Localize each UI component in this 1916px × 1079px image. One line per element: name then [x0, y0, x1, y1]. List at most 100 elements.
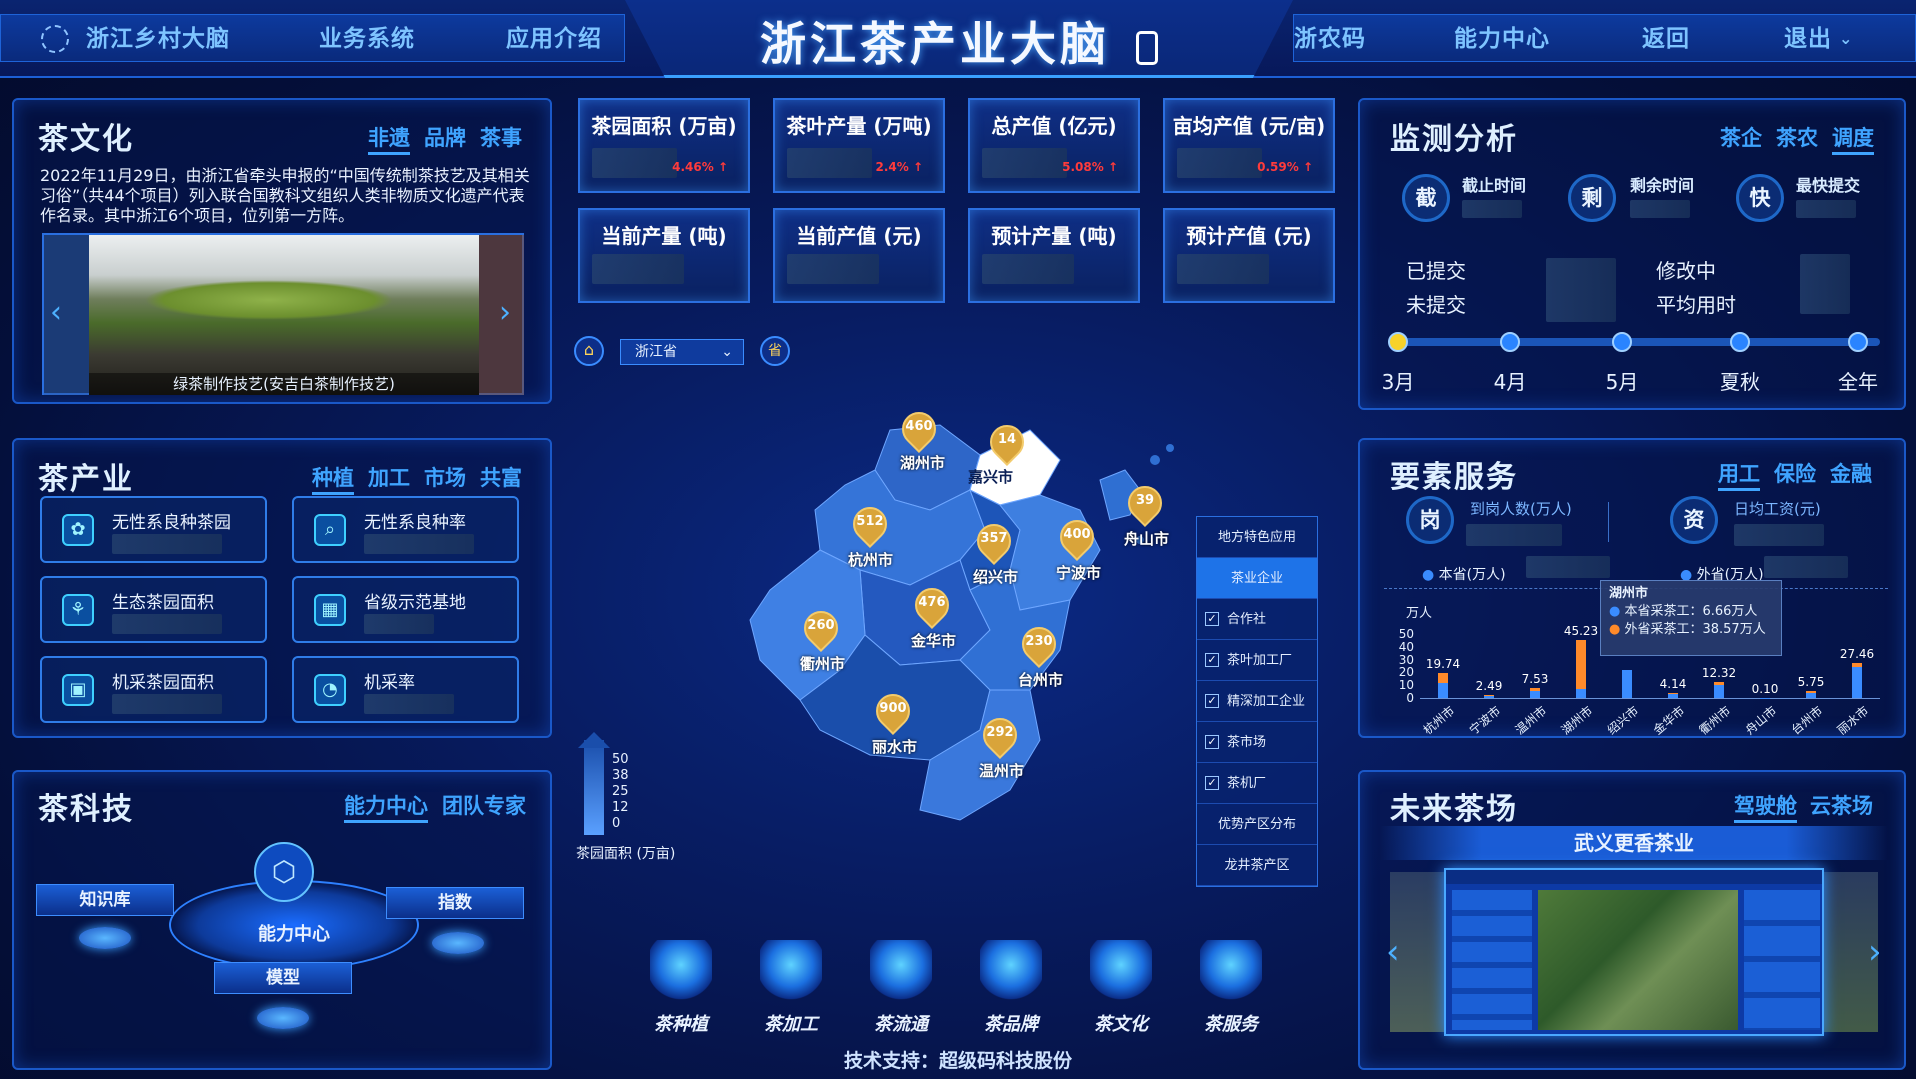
cockpit-preview[interactable] [1444, 868, 1824, 1036]
timeline-label[interactable]: 4月 [1480, 366, 1540, 395]
checkbox[interactable]: ✓ [1205, 735, 1219, 749]
tab-tea-events[interactable]: 茶事 [480, 122, 522, 152]
stat-card[interactable]: ◔ 机采率 [292, 656, 519, 723]
bottom-nav-label[interactable]: 茶种植 [636, 1010, 726, 1036]
bar-outside[interactable] [1714, 682, 1724, 686]
stat-card[interactable]: ✿ 无性系良种茶园 [40, 496, 267, 563]
bar-outside[interactable] [1484, 694, 1494, 696]
nav-app-intro[interactable]: 应用介绍 [506, 15, 602, 63]
tab-team-experts[interactable]: 团队专家 [442, 790, 526, 820]
bar-local[interactable] [1622, 669, 1632, 698]
tab-tea-farmer[interactable]: 茶农 [1776, 122, 1818, 152]
timeline-label[interactable]: 3月 [1368, 366, 1428, 395]
tab-processing[interactable]: 加工 [368, 462, 410, 492]
bar-local[interactable] [1852, 667, 1862, 698]
stat-card[interactable]: ▦ 省级示范基地 [292, 576, 519, 643]
checkbox[interactable]: ✓ [1205, 694, 1219, 708]
tab-brand[interactable]: 品牌 [424, 122, 466, 152]
tab-ability-center[interactable]: 能力中心 [344, 790, 428, 823]
layer-item[interactable]: ✓ 茶市场 [1197, 722, 1317, 763]
kpi-card[interactable]: 茶叶产量 (万吨) 2.4% ↑ [773, 98, 945, 193]
kpi-card[interactable]: 预计产值 (元) [1163, 208, 1335, 303]
timeline-label[interactable]: 全年 [1828, 366, 1888, 395]
nav-business-system[interactable]: 业务系统 [319, 15, 415, 63]
kpi-card[interactable]: 预计产量 (吨) [968, 208, 1140, 303]
layer-item[interactable]: 地方特色应用 [1197, 517, 1317, 558]
timeline-dot[interactable] [1500, 332, 1520, 352]
bar-local[interactable] [1576, 689, 1586, 698]
nav-logout[interactable]: 退出 [1784, 15, 1832, 63]
layer-item[interactable]: ✓ 茶机厂 [1197, 763, 1317, 804]
leaf-icon[interactable] [1090, 940, 1152, 1002]
bottom-nav-label[interactable]: 茶流通 [856, 1010, 946, 1036]
timeline-dot[interactable] [1388, 332, 1408, 352]
bar-local[interactable] [1668, 694, 1678, 698]
bottom-nav-label[interactable]: 茶服务 [1186, 1010, 1276, 1036]
bar-outside[interactable] [1530, 688, 1540, 691]
nav-back[interactable]: 返回 [1642, 15, 1690, 63]
timeline-label[interactable]: 5月 [1592, 366, 1652, 395]
kpi-card[interactable]: 亩均产值 (元/亩) 0.59% ↑ [1163, 98, 1335, 193]
checkbox[interactable]: ✓ [1205, 612, 1219, 626]
nav-zhejiang-rural-brain[interactable]: 浙江乡村大脑 [86, 15, 230, 63]
province-select[interactable]: 浙江省 ⌄ [620, 339, 744, 365]
layer-item[interactable]: ✓ 精深加工企业 [1197, 681, 1317, 722]
tab-common-prosperity[interactable]: 共富 [480, 462, 522, 492]
chevron-left-icon[interactable]: ‹ [50, 295, 62, 330]
stat-card[interactable]: ▣ 机采茶园面积 [40, 656, 267, 723]
flame-icon[interactable] [760, 940, 822, 1002]
node-index[interactable]: 指数 [386, 887, 524, 919]
timeline-dot[interactable] [1612, 332, 1632, 352]
flow-icon[interactable] [870, 940, 932, 1002]
brand-icon[interactable] [980, 940, 1042, 1002]
bar-outside[interactable] [1806, 690, 1816, 693]
timeline-dot[interactable] [1730, 332, 1750, 352]
node-knowledge-base[interactable]: 知识库 [36, 884, 174, 916]
province-badge[interactable]: 省 [760, 336, 790, 366]
bar-local[interactable] [1714, 685, 1724, 698]
phone-icon[interactable] [1136, 30, 1158, 65]
tab-intangible-heritage[interactable]: 非遗 [368, 122, 410, 155]
service-icon[interactable] [1200, 940, 1262, 1002]
node-model[interactable]: 模型 [214, 962, 352, 994]
home-icon[interactable]: ⌂ [574, 336, 604, 366]
chevron-right-icon[interactable]: › [499, 295, 511, 330]
stat-card[interactable]: ⌕ 无性系良种率 [292, 496, 519, 563]
bar-outside[interactable] [1852, 662, 1862, 668]
checkbox[interactable]: ✓ [1205, 653, 1219, 667]
nav-zhenong-code[interactable]: 浙农码 [1294, 15, 1366, 63]
nav-ability-center[interactable]: 能力中心 [1454, 15, 1550, 63]
layer-item[interactable]: ✓ 茶叶加工厂 [1197, 640, 1317, 681]
kpi-card[interactable]: 总产值 (亿元) 5.08% ↑ [968, 98, 1140, 193]
bottom-nav-label[interactable]: 茶加工 [746, 1010, 836, 1036]
tab-market[interactable]: 市场 [424, 462, 466, 492]
tab-cockpit[interactable]: 驾驶舱 [1734, 790, 1797, 823]
layer-item[interactable]: ✓ 合作社 [1197, 599, 1317, 640]
bar-outside[interactable] [1668, 692, 1678, 695]
bar-outside[interactable] [1438, 672, 1448, 683]
tab-tea-enterprise[interactable]: 茶企 [1720, 122, 1762, 152]
tab-dispatch[interactable]: 调度 [1832, 122, 1874, 155]
stat-card[interactable]: ⚘ 生态茶园面积 [40, 576, 267, 643]
timeline-label[interactable]: 夏秋 [1710, 366, 1770, 395]
layer-item[interactable]: 茶业企业 [1197, 558, 1317, 599]
bottom-nav-label[interactable]: 茶品牌 [966, 1010, 1056, 1036]
bar-local[interactable] [1806, 692, 1816, 698]
ability-center-label[interactable]: 能力中心 [229, 920, 359, 946]
bar-local[interactable] [1438, 682, 1448, 698]
tab-planting[interactable]: 种植 [312, 462, 354, 495]
bar-local[interactable] [1530, 690, 1540, 698]
kpi-card[interactable]: 当前产量 (吨) [578, 208, 750, 303]
checkbox[interactable]: ✓ [1205, 776, 1219, 790]
timeline-dot[interactable] [1848, 332, 1868, 352]
kpi-card[interactable]: 茶园面积 (万亩) 4.46% ↑ [578, 98, 750, 193]
kpi-card[interactable]: 当前产值 (元) [773, 208, 945, 303]
chevron-left-icon[interactable]: ‹ [1386, 932, 1400, 972]
bar-outside[interactable] [1576, 640, 1586, 690]
layer-item[interactable]: 龙井茶产区 [1197, 845, 1317, 886]
tab-cloud-tea-farm[interactable]: 云茶场 [1810, 790, 1873, 820]
bar-local[interactable] [1484, 695, 1494, 698]
chevron-down-icon[interactable]: ⌄ [1839, 15, 1853, 63]
layer-item[interactable]: 优势产区分布 [1197, 804, 1317, 845]
sprout-icon[interactable] [650, 940, 712, 1002]
